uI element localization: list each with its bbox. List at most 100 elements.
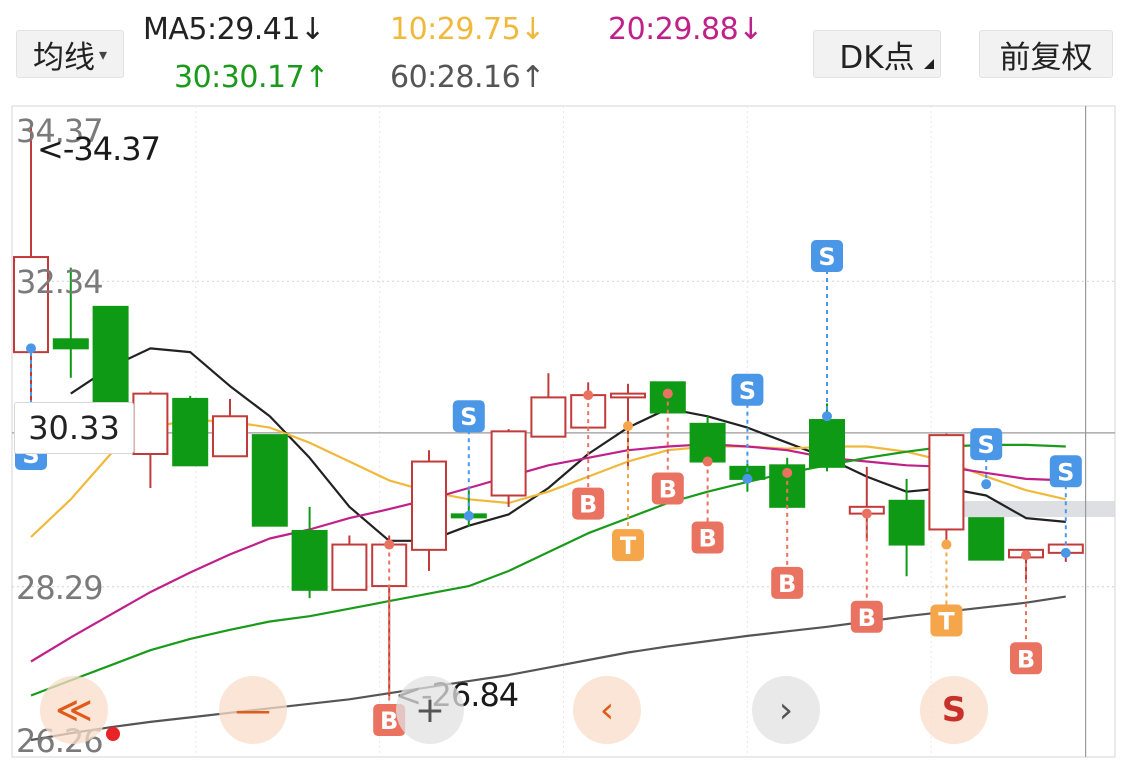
- signal-dot: [384, 539, 395, 550]
- signal-label: B: [698, 525, 716, 553]
- ma60-line: [30, 595, 1066, 742]
- next-button[interactable]: ›: [752, 676, 820, 744]
- signal-dot: [702, 456, 713, 467]
- dk-point-label: DK点: [839, 39, 915, 76]
- candle-body: [251, 434, 288, 527]
- ma10-value: 10:29.75↓: [390, 12, 545, 47]
- prev-button[interactable]: ‹: [573, 676, 641, 744]
- fast-back-button[interactable]: ≪: [40, 676, 108, 744]
- candle-body: [411, 460, 447, 551]
- signal-t: T: [612, 421, 644, 562]
- ma-type-label: 均线: [32, 39, 95, 76]
- signal-dot: [981, 479, 992, 490]
- zoom-out-icon: —: [235, 689, 271, 731]
- zoom-in-button[interactable]: +: [396, 676, 464, 744]
- candle: [172, 395, 209, 467]
- signal-switch-button[interactable]: S: [920, 676, 988, 744]
- signal-label: S: [460, 403, 477, 431]
- ma60-value: 60:28.16↑: [390, 60, 545, 95]
- candle-body: [291, 529, 328, 591]
- forward-adjust-button[interactable]: 前复权: [979, 30, 1113, 78]
- candle-body: [212, 415, 248, 458]
- zoom-out-button[interactable]: —: [219, 676, 287, 744]
- signal-label: S: [1057, 458, 1074, 486]
- ma30-line: [30, 443, 1066, 697]
- y-tick-label: 28.29: [16, 569, 103, 607]
- signal-dot: [1021, 550, 1031, 561]
- price-band-highlight: [952, 501, 1115, 517]
- crosshair-price-value: 30.33: [28, 409, 120, 447]
- y-tick-label: 32.34: [16, 263, 103, 301]
- signal-label: S: [818, 243, 835, 271]
- signal-label: S: [978, 431, 995, 459]
- candle: [291, 506, 328, 599]
- signal-label: B: [858, 604, 876, 632]
- candle: [490, 429, 527, 507]
- marker-dot: [106, 727, 120, 741]
- signal-b: B: [691, 456, 724, 554]
- signal-label: B: [778, 570, 796, 598]
- dk-point-button[interactable]: DK点: [813, 30, 941, 78]
- candle: [968, 517, 1005, 561]
- signal-t: T: [930, 539, 963, 637]
- candle-body: [172, 397, 209, 467]
- ma20-value: 20:29.88↓: [608, 12, 763, 47]
- signal-dot: [583, 390, 594, 401]
- dropdown-arrow-icon: ▾: [98, 44, 108, 64]
- signal-dot: [941, 539, 952, 550]
- candle-body: [888, 499, 925, 546]
- signal-dot: [662, 388, 673, 399]
- signal-dot: [623, 421, 633, 432]
- candle: [888, 478, 925, 577]
- ma-type-dropdown[interactable]: 均线 ▾: [16, 30, 124, 78]
- forward-adjust-label: 前复权: [999, 39, 1093, 76]
- signal-s: S: [452, 400, 485, 521]
- signal-dot: [463, 510, 474, 521]
- corner-triangle-icon: [924, 59, 934, 69]
- candle: [212, 398, 248, 458]
- signal-dot: [822, 411, 832, 422]
- chart-header: 均线 ▾ MA5:29.41↓ 10:29.75↓ 20:29.88↓ 30:3…: [0, 0, 1128, 100]
- candle-body: [530, 396, 567, 438]
- candle: [371, 535, 408, 697]
- signal-switch-icon: S: [941, 690, 967, 730]
- signal-dot: [742, 473, 753, 484]
- candle-body: [809, 419, 845, 468]
- signal-s: S: [811, 240, 843, 422]
- signal-dot: [1060, 547, 1071, 558]
- candle: [689, 416, 726, 463]
- candle-body: [331, 543, 368, 591]
- signal-dot: [861, 508, 872, 519]
- candle: [411, 450, 447, 571]
- ma5-value: MA5:29.41↓: [143, 12, 325, 47]
- candle: [928, 433, 965, 545]
- candle: [92, 305, 129, 414]
- prev-icon: ‹: [599, 689, 615, 731]
- crosshair-price-box: 30.33: [14, 402, 134, 454]
- signal-dot: [26, 343, 36, 354]
- candle-body: [490, 430, 527, 497]
- ma30-value: 30:30.17↑: [174, 60, 329, 95]
- candle: [530, 373, 567, 438]
- candle: [331, 535, 368, 591]
- candles-layer: [13, 128, 1084, 697]
- candle: [132, 391, 169, 488]
- candle-body: [689, 422, 726, 463]
- kline-chart[interactable]: SBSBTBBSBSBTSBS 34.3732.3428.2926.26<-34…: [0, 100, 1128, 762]
- signal-label: T: [620, 532, 637, 560]
- next-icon: ›: [778, 689, 794, 731]
- candle-body: [92, 305, 129, 414]
- signal-label: T: [938, 608, 955, 636]
- signal-label: B: [1017, 645, 1035, 673]
- candle-body: [610, 392, 646, 399]
- candle-body: [132, 392, 169, 455]
- candle-body: [928, 434, 965, 531]
- fast-back-icon: ≪: [55, 689, 93, 731]
- max-price-label: <-34.37: [37, 130, 160, 168]
- signal-label: B: [659, 475, 677, 503]
- candle: [251, 434, 288, 527]
- signal-label: S: [739, 377, 756, 405]
- signal-dot: [782, 467, 793, 478]
- signal-label: B: [579, 491, 597, 519]
- candle-body: [52, 338, 89, 350]
